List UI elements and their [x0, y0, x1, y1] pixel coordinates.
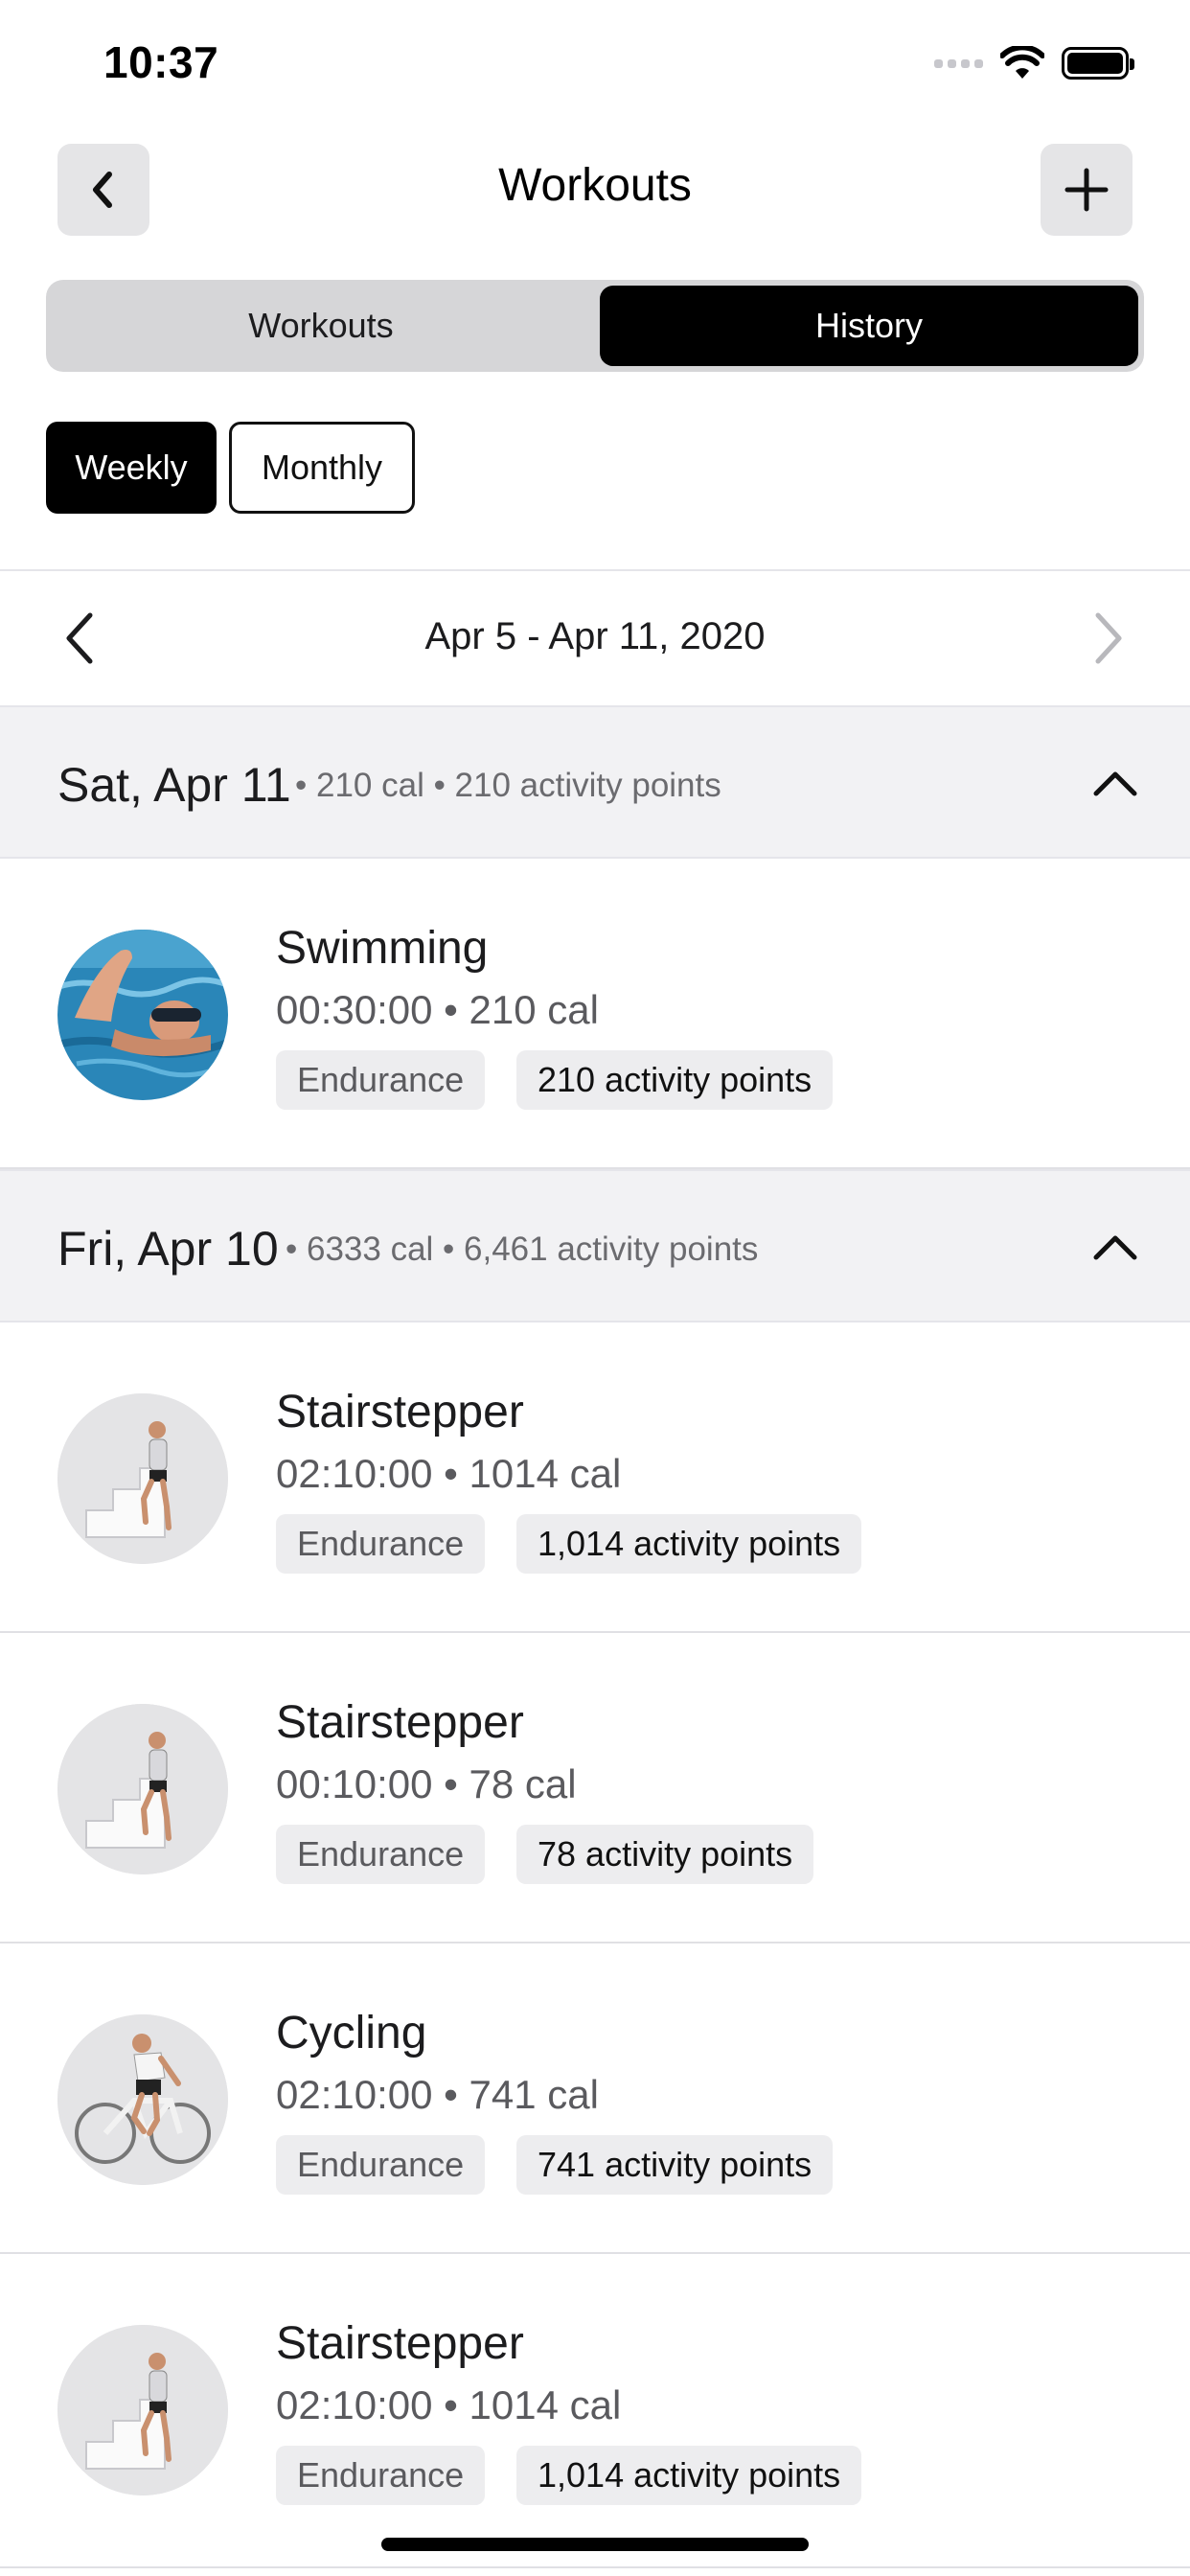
workout-type-tag: Endurance [276, 1825, 486, 1884]
weekly-filter-button[interactable]: Weekly [46, 422, 217, 514]
battery-icon [1062, 47, 1134, 80]
cyclist-image [57, 2014, 228, 2185]
segmented-control: Workouts History [46, 280, 1144, 372]
status-time: 10:37 [103, 37, 219, 87]
workout-stats: 00:10:00 • 78 cal [276, 1761, 577, 1806]
activity-points-tag: 1,014 activity points [516, 1514, 862, 1574]
workout-name: Stairstepper [276, 1697, 524, 1748]
workout-name: Cycling [276, 2008, 427, 2058]
chevron-up-icon[interactable] [1087, 757, 1144, 811]
activity-points-tag: 78 activity points [516, 1825, 814, 1884]
home-indicator [381, 2538, 809, 2551]
chevron-right-icon [1095, 612, 1122, 664]
workout-name: Swimming [276, 923, 489, 974]
workout-thumbnail [57, 930, 228, 1100]
workout-thumbnail [57, 2325, 228, 2496]
monthly-filter-button[interactable]: Monthly [229, 422, 415, 514]
workout-stats: 02:10:00 • 741 cal [276, 2072, 599, 2117]
chevron-up-icon[interactable] [1087, 1221, 1144, 1275]
workout-row[interactable]: Stairstepper 02:10:00 • 1014 cal Enduran… [0, 2254, 1190, 2568]
divider [0, 569, 1190, 571]
workout-name: Stairstepper [276, 2318, 524, 2369]
day-summary: • 210 cal • 210 activity points [295, 767, 721, 804]
workout-name: Stairstepper [276, 1387, 524, 1438]
workout-row[interactable]: Cycling 02:10:00 • 741 cal Endurance 741… [0, 1944, 1190, 2254]
next-week-button[interactable] [1077, 602, 1134, 679]
workout-stats: 02:10:00 • 1014 cal [276, 1451, 622, 1496]
stairstepper-image [57, 2325, 228, 2496]
day-header[interactable]: Sat, Apr 11 • 210 cal • 210 activity poi… [0, 705, 1190, 859]
workout-thumbnail [57, 1704, 228, 1874]
workout-type-tag: Endurance [276, 2135, 486, 2195]
add-workout-button[interactable] [1041, 144, 1133, 236]
workout-thumbnail [57, 2014, 228, 2185]
page-title: Workouts [498, 160, 692, 211]
workout-row[interactable]: Stairstepper 02:10:00 • 1014 cal Enduran… [0, 1322, 1190, 1633]
workout-row[interactable]: Swimming 00:30:00 • 210 cal Endurance 21… [0, 859, 1190, 1169]
activity-points-tag: 1,014 activity points [516, 2446, 862, 2505]
day-title: Sat, Apr 11 [57, 758, 291, 812]
workout-row[interactable]: Stairstepper 00:10:00 • 78 cal Endurance… [0, 1633, 1190, 1944]
day-header[interactable]: Fri, Apr 10 • 6333 cal • 6,461 activity … [0, 1169, 1190, 1322]
wifi-icon [1000, 46, 1044, 79]
plus-icon [1064, 168, 1109, 212]
workout-type-tag: Endurance [276, 1514, 486, 1574]
workout-stats: 02:10:00 • 1014 cal [276, 2382, 622, 2427]
swimmer-image [57, 930, 228, 1100]
activity-points-tag: 210 activity points [516, 1050, 834, 1110]
workout-thumbnail [57, 1393, 228, 1564]
day-summary: • 6333 cal • 6,461 activity points [286, 1230, 759, 1268]
cellular-signal-icon [934, 58, 983, 68]
workout-type-tag: Endurance [276, 1050, 486, 1110]
status-icons [934, 44, 1134, 82]
tab-workouts[interactable]: Workouts [52, 286, 590, 366]
tab-history[interactable]: History [600, 286, 1138, 366]
workout-stats: 00:30:00 • 210 cal [276, 987, 599, 1032]
stairstepper-image [57, 1393, 228, 1564]
workout-type-tag: Endurance [276, 2446, 486, 2505]
activity-points-tag: 741 activity points [516, 2135, 834, 2195]
day-title: Fri, Apr 10 [57, 1222, 279, 1276]
stairstepper-image [57, 1704, 228, 1874]
date-range-label: Apr 5 - Apr 11, 2020 [424, 615, 766, 657]
